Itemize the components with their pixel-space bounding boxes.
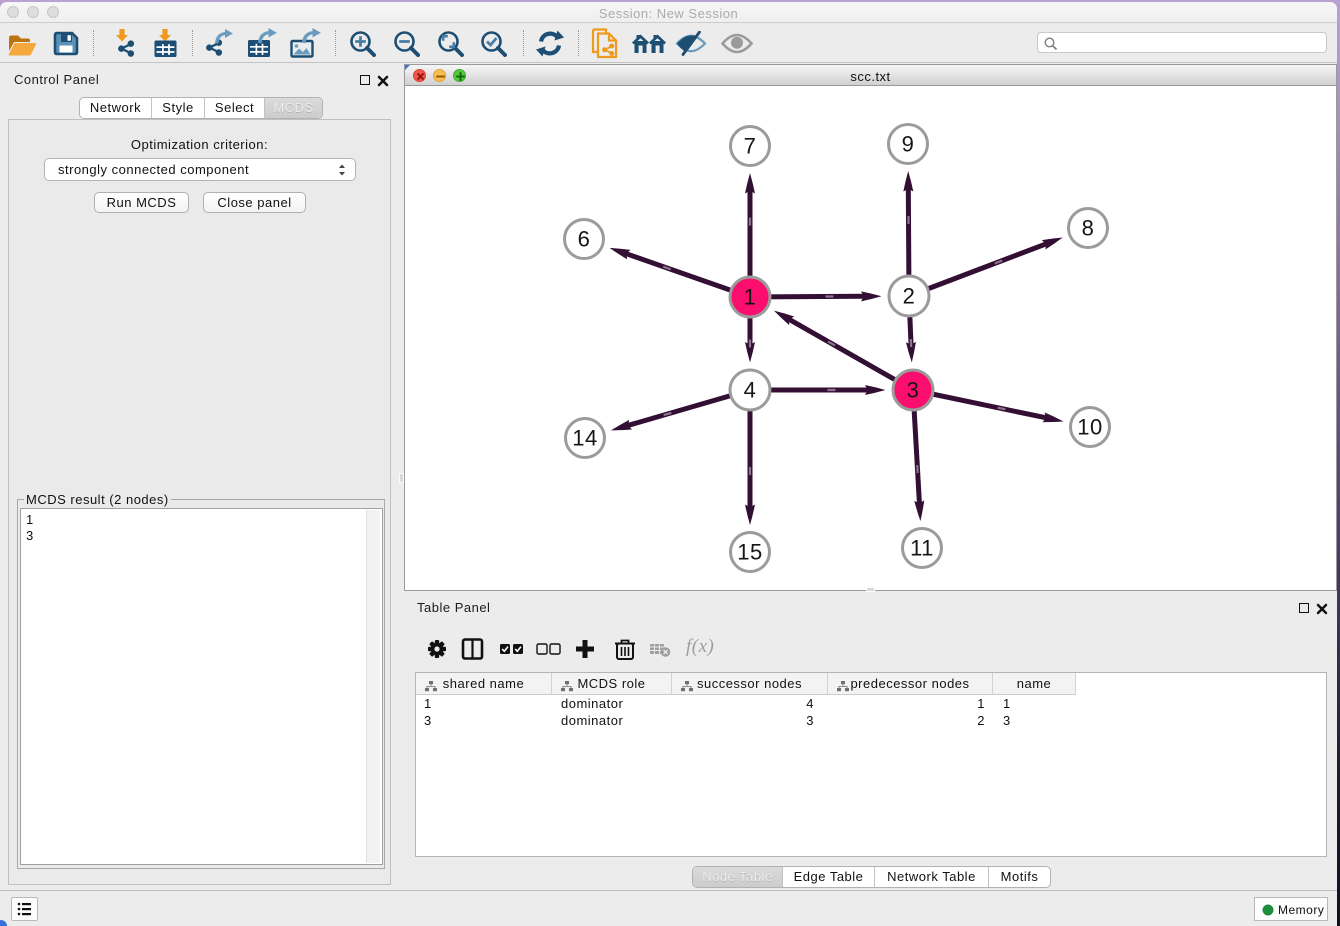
svg-text:8: 8	[1082, 216, 1095, 241]
svg-text:6: 6	[578, 227, 591, 252]
svg-text:2: 2	[903, 284, 916, 309]
svg-text:3: 3	[907, 378, 920, 403]
svg-text:9: 9	[902, 132, 915, 157]
svg-text:7: 7	[744, 134, 757, 159]
svg-text:11: 11	[910, 536, 934, 561]
svg-text:14: 14	[572, 426, 597, 451]
svg-text:1: 1	[744, 285, 757, 310]
svg-text:10: 10	[1077, 415, 1102, 440]
svg-text:15: 15	[737, 540, 762, 565]
svg-text:4: 4	[744, 378, 757, 403]
